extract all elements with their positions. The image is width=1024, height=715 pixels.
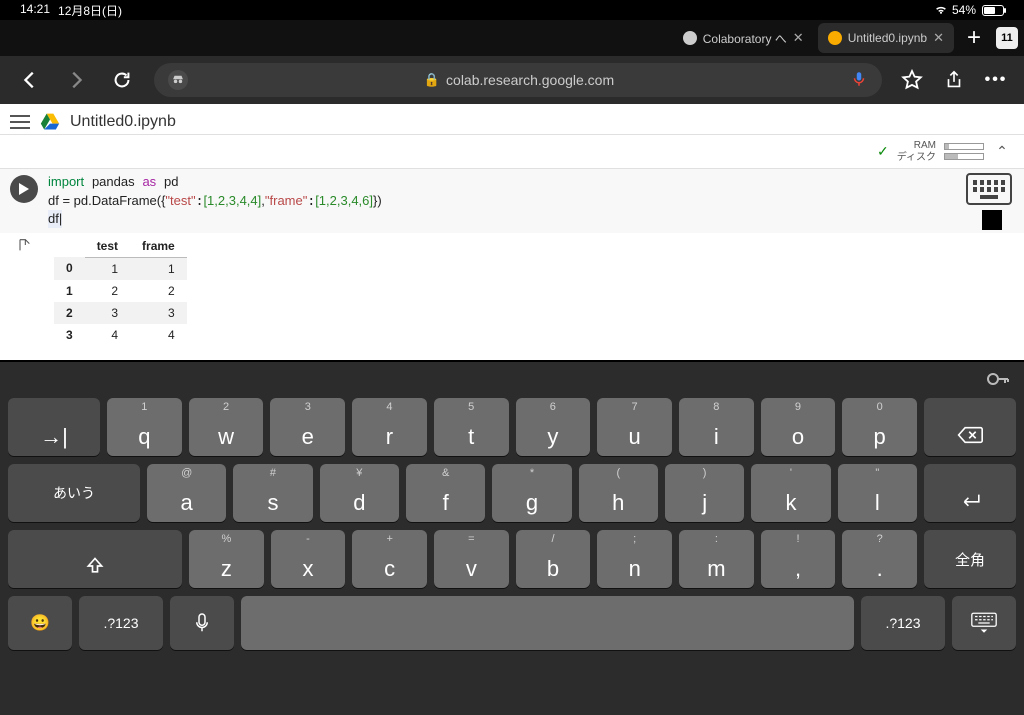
account-avatar[interactable]: [982, 210, 1002, 230]
key-d[interactable]: ¥d: [320, 464, 399, 522]
new-tab-button[interactable]: +: [960, 24, 988, 52]
key-l[interactable]: "l: [838, 464, 917, 522]
enter-key[interactable]: [924, 464, 1016, 522]
reload-button[interactable]: [108, 66, 136, 94]
lang-key[interactable]: あいう: [8, 464, 140, 522]
key-a[interactable]: @a: [147, 464, 226, 522]
key-.[interactable]: ?.: [842, 530, 917, 588]
forward-button[interactable]: [62, 66, 90, 94]
key-t[interactable]: 5t: [434, 398, 509, 456]
key-h[interactable]: (h: [579, 464, 658, 522]
output-arrow-icon[interactable]: [0, 235, 48, 346]
key-o[interactable]: 9o: [761, 398, 836, 456]
browser-toolbar: 🔒 colab.research.google.com •••: [0, 56, 1024, 104]
url-host: colab.research.google.com: [446, 72, 614, 88]
numeric-key-right[interactable]: .?123: [861, 596, 945, 650]
key-e[interactable]: 3e: [270, 398, 345, 456]
tab-label: Colaboratory へ: [703, 30, 787, 47]
table-row: 344: [54, 324, 187, 346]
keyboard-toggle-icon[interactable]: [966, 173, 1012, 205]
key-n[interactable]: ;n: [597, 530, 672, 588]
ram-bar: [944, 143, 984, 150]
password-key-icon[interactable]: [986, 370, 1010, 393]
zenkaku-key[interactable]: 全角: [924, 530, 1016, 588]
browser-tab-strip: Colaboratory へ ✕ Untitled0.ipynb ✕ + 11: [0, 20, 1024, 56]
disk-label: ディスク: [897, 152, 936, 164]
key-x[interactable]: -x: [271, 530, 346, 588]
key-c[interactable]: +c: [352, 530, 427, 588]
ipad-status-bar: 14:21 12月8日(日) 54%: [0, 0, 1024, 20]
disk-bar: [944, 153, 984, 160]
mic-icon[interactable]: [850, 70, 868, 91]
key-p[interactable]: 0p: [842, 398, 917, 456]
key-g[interactable]: *g: [492, 464, 571, 522]
resource-indicator[interactable]: ✓ RAM ディスク ⌃: [0, 134, 1024, 168]
lock-icon: 🔒: [424, 72, 440, 88]
numeric-key-left[interactable]: .?123: [79, 596, 163, 650]
key-r[interactable]: 4r: [352, 398, 427, 456]
key-f[interactable]: &f: [406, 464, 485, 522]
run-cell-button[interactable]: [10, 175, 38, 203]
url-bar[interactable]: 🔒 colab.research.google.com: [154, 63, 882, 97]
share-icon[interactable]: [942, 68, 966, 92]
battery-percent: 54%: [952, 3, 976, 17]
key-w[interactable]: 2w: [189, 398, 264, 456]
browser-tab[interactable]: Untitled0.ipynb ✕: [818, 23, 954, 53]
wifi-icon: [934, 5, 948, 15]
key-z[interactable]: %z: [189, 530, 264, 588]
star-icon[interactable]: [900, 68, 924, 92]
dictation-key[interactable]: [170, 596, 234, 650]
ram-label: RAM: [897, 140, 936, 152]
status-time: 14:21: [20, 2, 50, 19]
table-row: 011: [54, 257, 187, 280]
tab-close-icon[interactable]: ✕: [933, 30, 944, 46]
code-editor[interactable]: import pandas as pd df = pd.DataFrame({"…: [48, 169, 954, 233]
key-m[interactable]: :m: [679, 530, 754, 588]
hamburger-menu-icon[interactable]: [10, 115, 30, 129]
tab-key[interactable]: →|: [8, 398, 100, 456]
tab-favicon-icon: [683, 31, 697, 45]
expand-caret-icon[interactable]: ⌃: [992, 143, 1012, 160]
overflow-menu-icon[interactable]: •••: [984, 68, 1008, 92]
hide-keyboard-key[interactable]: [952, 596, 1016, 650]
key-i[interactable]: 8i: [679, 398, 754, 456]
notebook-title[interactable]: Untitled0.ipynb: [70, 113, 176, 131]
back-button[interactable]: [16, 66, 44, 94]
cell-output: test frame 011122233344: [0, 233, 1024, 346]
tab-close-icon[interactable]: ✕: [793, 30, 804, 46]
connected-check-icon: ✓: [877, 143, 889, 160]
col-header: frame: [130, 235, 187, 258]
key-q[interactable]: 1q: [107, 398, 182, 456]
drive-icon: [40, 113, 60, 131]
key-,[interactable]: !,: [761, 530, 836, 588]
col-header: test: [85, 235, 130, 258]
key-v[interactable]: =v: [434, 530, 509, 588]
browser-tab[interactable]: Colaboratory へ ✕: [673, 23, 814, 53]
key-u[interactable]: 7u: [597, 398, 672, 456]
space-key[interactable]: [241, 596, 854, 650]
shift-key[interactable]: [8, 530, 182, 588]
tab-label: Untitled0.ipynb: [848, 31, 927, 45]
code-cell[interactable]: import pandas as pd df = pd.DataFrame({"…: [0, 168, 1024, 233]
tab-favicon-icon: [828, 31, 842, 45]
battery-icon: [982, 5, 1004, 16]
backspace-key[interactable]: [924, 398, 1016, 456]
colab-header: Untitled0.ipynb: [0, 104, 1024, 134]
key-j[interactable]: )j: [665, 464, 744, 522]
onscreen-keyboard: →| 1q2w3e4r5t6y7u8i9o0p あいう @a#s¥d&f*g(h…: [0, 362, 1024, 715]
key-y[interactable]: 6y: [516, 398, 591, 456]
colab-page: Untitled0.ipynb ✓ RAM ディスク ⌃ import pand…: [0, 104, 1024, 360]
table-row: 122: [54, 280, 187, 302]
key-b[interactable]: /b: [516, 530, 591, 588]
incognito-icon: [168, 70, 188, 90]
dataframe-output: test frame 011122233344: [54, 235, 187, 346]
key-s[interactable]: #s: [233, 464, 312, 522]
table-row: 233: [54, 302, 187, 324]
emoji-key[interactable]: 😀: [8, 596, 72, 650]
key-k[interactable]: 'k: [751, 464, 830, 522]
status-date: 12月8日(日): [58, 2, 122, 19]
tab-count-button[interactable]: 11: [996, 27, 1018, 49]
